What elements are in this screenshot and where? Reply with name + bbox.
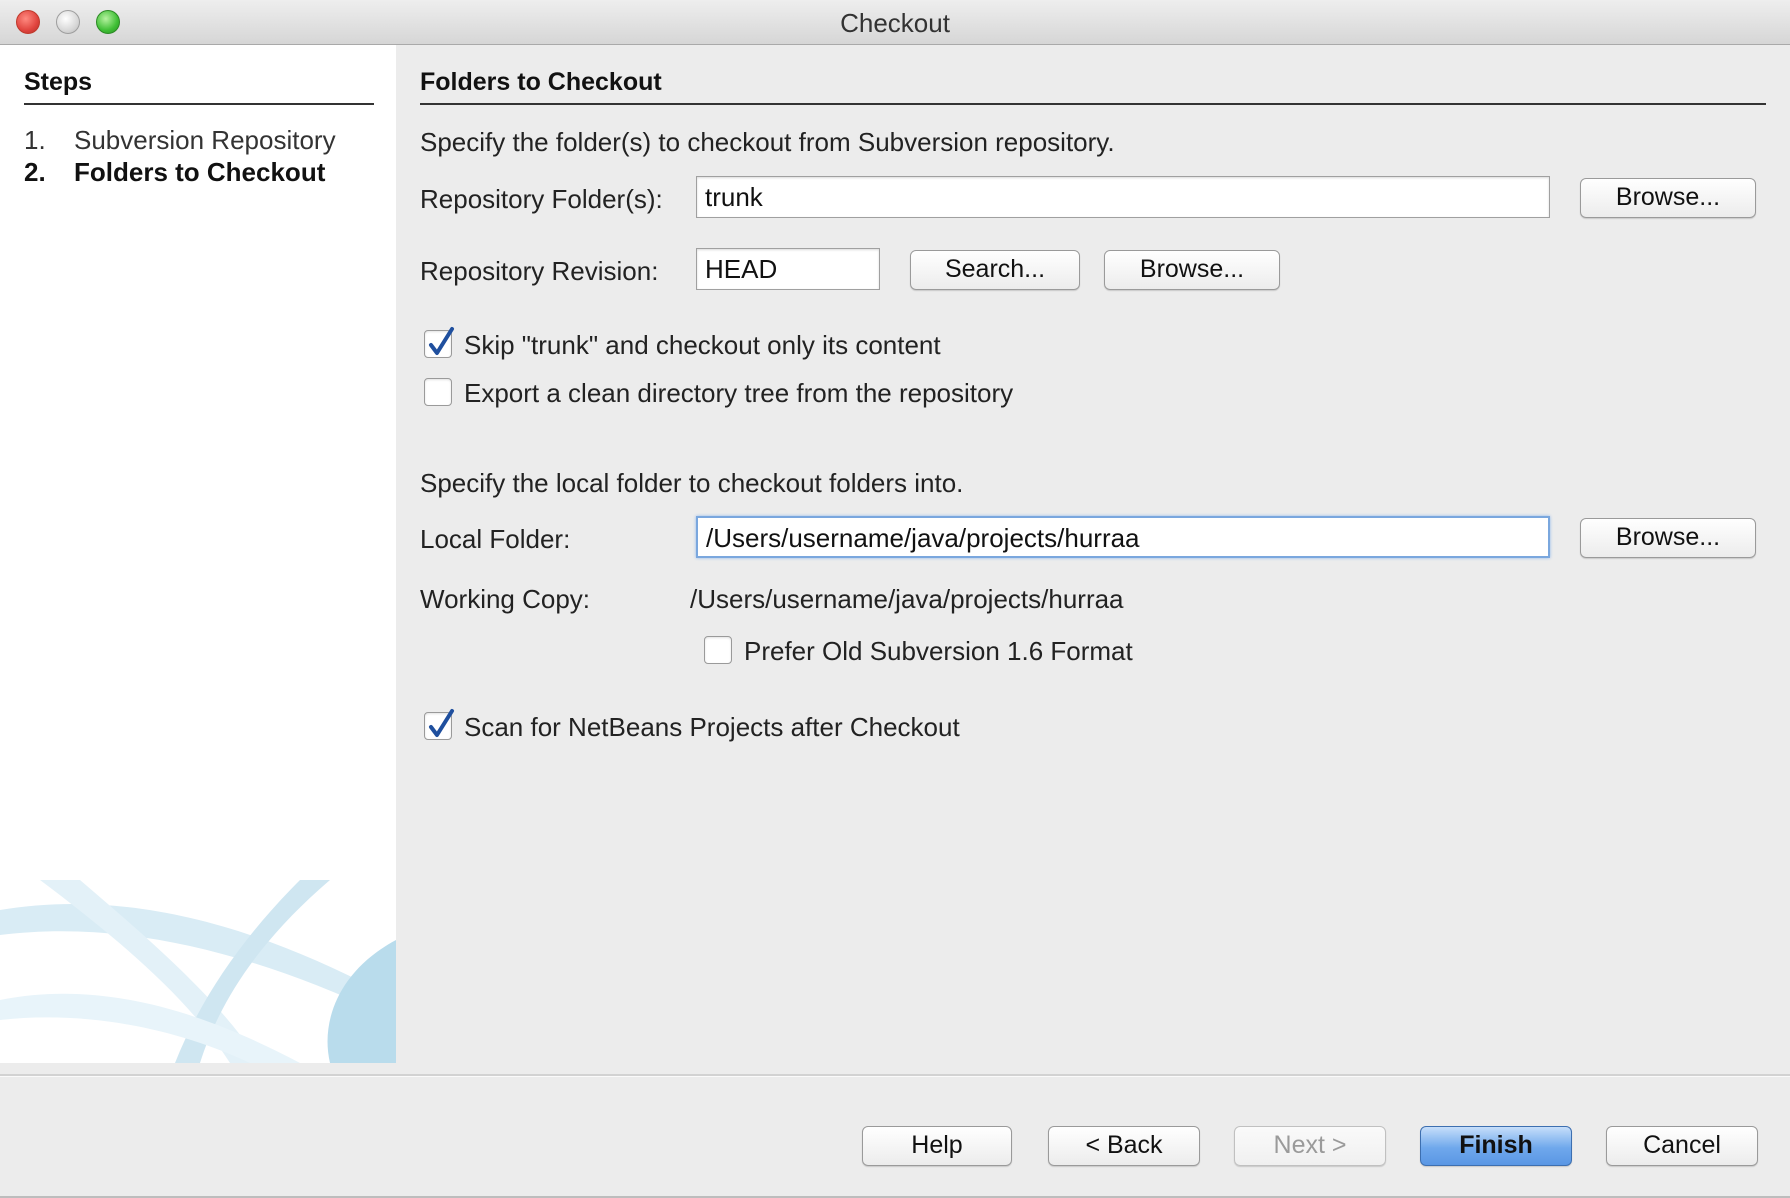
repo-folder-label: Repository Folder(s): <box>420 184 663 214</box>
repo-folder-input[interactable]: trunk <box>696 176 1550 218</box>
repo-instructions: Specify the folder(s) to checkout from S… <box>420 127 1115 157</box>
local-folder-label: Local Folder: <box>420 524 571 554</box>
local-instructions: Specify the local folder to checkout fol… <box>420 468 964 498</box>
finish-button[interactable]: Finish <box>1420 1126 1572 1166</box>
next-button[interactable]: Next > <box>1234 1126 1386 1166</box>
page-title: Folders to Checkout <box>420 68 1766 105</box>
step-number: 1. <box>24 125 46 155</box>
window-title: Checkout <box>840 8 950 38</box>
revision-search-button[interactable]: Search... <box>910 250 1080 290</box>
working-copy-label: Working Copy: <box>420 584 591 614</box>
step-label: Folders to Checkout <box>74 157 326 187</box>
export-clean-checkbox[interactable] <box>424 378 452 406</box>
repo-folder-browse-button[interactable]: Browse... <box>1580 178 1756 218</box>
scan-projects-label[interactable]: Scan for NetBeans Projects after Checkou… <box>464 712 960 743</box>
title-bar[interactable]: Checkout <box>0 0 1790 45</box>
local-folder-input[interactable]: /Users/username/java/projects/hurraa <box>696 516 1550 558</box>
working-copy-path: /Users/username/java/projects/hurraa <box>690 584 1124 614</box>
prefer-old-format-checkbox[interactable] <box>704 636 732 664</box>
skip-trunk-checkbox[interactable] <box>424 327 454 358</box>
cancel-button[interactable]: Cancel <box>1606 1126 1758 1166</box>
export-clean-label[interactable]: Export a clean directory tree from the r… <box>464 378 1013 409</box>
checkmark-icon <box>429 709 454 737</box>
back-button[interactable]: < Back <box>1048 1126 1200 1166</box>
step-number: 2. <box>24 157 46 187</box>
steps-heading: Steps <box>24 68 374 105</box>
scan-projects-checkbox[interactable] <box>424 709 454 740</box>
help-button[interactable]: Help <box>862 1126 1012 1166</box>
step-item-folders-to-checkout: 2. Folders to Checkout <box>24 157 325 188</box>
repo-revision-input[interactable]: HEAD <box>696 248 880 290</box>
footer-divider <box>0 1074 1790 1077</box>
checkmark-icon <box>429 327 454 355</box>
prefer-old-format-label[interactable]: Prefer Old Subversion 1.6 Format <box>744 636 1133 667</box>
revision-browse-button[interactable]: Browse... <box>1104 250 1280 290</box>
checkout-dialog: Checkout Steps 1. Subversion Repository 2… <box>0 0 1790 1198</box>
local-folder-browse-button[interactable]: Browse... <box>1580 518 1756 558</box>
step-label: Subversion Repository <box>74 125 336 155</box>
repo-revision-label: Repository Revision: <box>420 256 659 286</box>
skip-trunk-label[interactable]: Skip "trunk" and checkout only its conte… <box>464 330 941 361</box>
decorative-swoosh-graphic <box>0 880 396 1063</box>
step-item-subversion-repository: 1. Subversion Repository <box>24 125 336 156</box>
